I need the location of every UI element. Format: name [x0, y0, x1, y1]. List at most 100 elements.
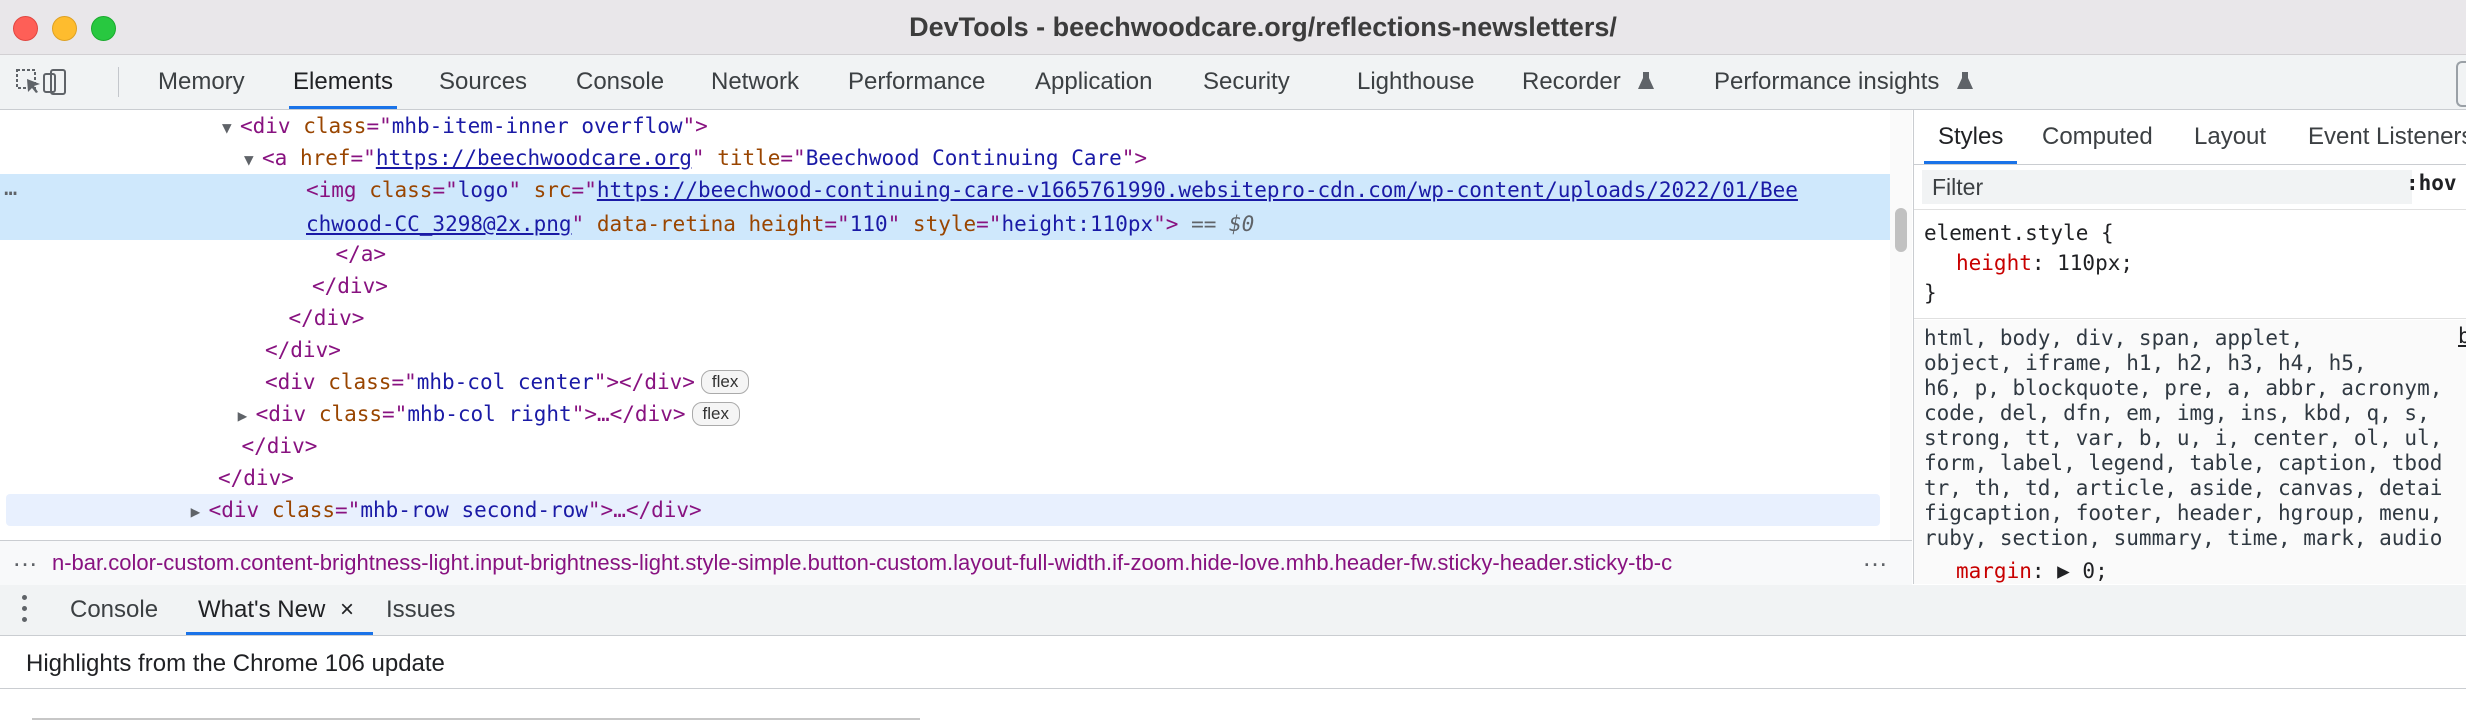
- experimental-flask-icon: [1957, 72, 1974, 89]
- drawer-tab-issues[interactable]: Issues: [386, 585, 455, 635]
- breadcrumb: … n-bar.color-custom.content-brightness-…: [0, 540, 1912, 586]
- dom-token-val: height:110px: [1001, 212, 1154, 236]
- device-toolbar-icon[interactable]: [40, 67, 70, 97]
- tab-performance[interactable]: Performance: [848, 55, 985, 109]
- dom-token-link[interactable]: https://beechwoodcare.org: [376, 146, 692, 170]
- dom-token-tag: =": [432, 178, 458, 202]
- dom-token-tag: ": [508, 178, 534, 202]
- tab-performance-insights-label: Performance insights: [1714, 68, 1940, 95]
- element-style-rule: element.style { height: 110px; }: [1914, 218, 2466, 319]
- tab-event-listeners[interactable]: Event Listeners: [2308, 110, 2466, 164]
- css-property-name: margin: [1956, 559, 2032, 583]
- dom-token-attr: src: [533, 178, 572, 202]
- dom-node-line[interactable]: ▶ <div class="mhb-col right">…</div> flex: [238, 398, 740, 430]
- dom-node-line[interactable]: </div>: [294, 270, 388, 302]
- styles-filter-row: :hov: [1914, 165, 2466, 210]
- dom-token-tag: ": [887, 212, 913, 236]
- css-property-value: : ▶ 0;: [2031, 559, 2108, 583]
- flex-badge[interactable]: flex: [691, 402, 740, 426]
- breadcrumb-scroll-left[interactable]: …: [12, 541, 38, 579]
- flex-badge[interactable]: flex: [700, 370, 750, 394]
- devtools-tab-bar: Memory Elements Sources Console Network …: [0, 55, 2466, 110]
- tab-recorder[interactable]: Recorder: [1522, 55, 1655, 109]
- expand-arrow-icon[interactable]: ▶: [238, 400, 256, 432]
- tab-sources[interactable]: Sources: [439, 55, 527, 109]
- elements-scrollbar-thumb[interactable]: [1895, 208, 1907, 252]
- dom-token-val: logo: [457, 178, 509, 202]
- dom-token-tag: =": [382, 402, 408, 426]
- expand-arrow-icon[interactable]: ▶: [191, 496, 209, 528]
- breadcrumb-scroll-right[interactable]: …: [1862, 541, 1888, 579]
- dom-node-line[interactable]: </div>: [271, 302, 365, 334]
- tab-memory[interactable]: Memory: [158, 55, 245, 109]
- dom-node-line[interactable]: ▼ <div class="mhb-item-inner overflow">: [222, 110, 708, 142]
- dom-token-val: mhb-col center: [416, 370, 594, 394]
- dom-token-tag: ">…</div>: [587, 498, 702, 522]
- dom-token-tag: </div>: [218, 466, 294, 490]
- dom-node-line[interactable]: chwood-CC_3298@2x.png" data-retina heigh…: [288, 208, 1254, 240]
- tab-application[interactable]: Application: [1035, 55, 1152, 109]
- elements-scrollbar[interactable]: [1890, 110, 1912, 540]
- user-agent-rule: html, body, div, span, applet, object, i…: [1914, 320, 2466, 584]
- ua-selector-list: html, body, div, span, applet, object, i…: [1924, 326, 2443, 550]
- tab-security[interactable]: Security: [1203, 55, 1290, 109]
- dom-token-tag: ": [691, 146, 718, 170]
- dom-token-tag: ">: [682, 114, 708, 138]
- elements-dom-tree[interactable]: … ▼ <div class="mhb-item-inner overflow">…: [0, 110, 1912, 540]
- dom-token-tag: <div: [240, 114, 304, 138]
- dom-token-tag: =": [391, 370, 417, 394]
- collapse-arrow-icon[interactable]: ▼: [244, 144, 262, 176]
- tab-recorder-label: Recorder: [1522, 68, 1621, 95]
- close-icon[interactable]: ×: [340, 585, 354, 635]
- tab-layout[interactable]: Layout: [2194, 110, 2266, 164]
- dom-token-attr: class: [271, 498, 336, 522]
- styles-pane: Styles Computed Layout Event Listeners :…: [1913, 110, 2466, 584]
- dom-token-attr: href: [299, 146, 351, 170]
- tab-elements[interactable]: Elements: [288, 55, 398, 109]
- dom-token-val: mhb-col right: [407, 402, 572, 426]
- tab-performance-insights[interactable]: Performance insights: [1714, 55, 1974, 109]
- dom-node-line[interactable]: </a>: [318, 238, 387, 270]
- drawer-tab-console[interactable]: Console: [70, 585, 158, 635]
- tab-computed[interactable]: Computed: [2042, 110, 2153, 164]
- breadcrumb-path[interactable]: n-bar.color-custom.content-brightness-li…: [52, 541, 1852, 585]
- css-property-value: : 110px;: [2031, 251, 2134, 275]
- dom-node-line[interactable]: ▼ <a href="https://beechwoodcare.org" tit…: [244, 142, 1147, 174]
- tab-network[interactable]: Network: [711, 55, 799, 109]
- dom-token-tag: </div>: [288, 306, 365, 330]
- more-tabs-edge[interactable]: [2456, 61, 2466, 107]
- rule-source-link[interactable]: b: [2458, 324, 2466, 348]
- dom-token-val: mhb-item-inner overflow: [391, 114, 683, 138]
- dom-node-line[interactable]: <img class="logo" src="https://beechwood…: [288, 174, 1798, 206]
- dom-token-tag: </div>: [265, 338, 341, 362]
- tab-lighthouse[interactable]: Lighthouse: [1357, 55, 1474, 109]
- dom-token-attr: style: [912, 212, 977, 236]
- tab-styles[interactable]: Styles: [1923, 110, 2018, 164]
- dom-token-attr: title: [717, 146, 781, 170]
- dom-token-link[interactable]: chwood-CC_3298@2x.png: [306, 212, 572, 236]
- node-actions-dots[interactable]: …: [4, 176, 17, 201]
- dom-node-line[interactable]: </div>: [224, 430, 318, 462]
- margin-declaration[interactable]: margin: ▶ 0;: [1956, 556, 2108, 584]
- dom-node-line[interactable]: <div class="mhb-col center"></div> flex: [247, 366, 750, 398]
- dom-node-line[interactable]: </div>: [247, 334, 341, 366]
- element-style-close: }: [1924, 281, 1937, 305]
- dom-token-link[interactable]: https://beechwood-continuing-care-v16657…: [597, 178, 1798, 202]
- dom-node-line[interactable]: </div>: [200, 462, 294, 494]
- dom-token-eq0: == $0: [1178, 212, 1255, 236]
- hov-toggle[interactable]: :hov: [2406, 171, 2457, 195]
- styles-filter-input[interactable]: [1922, 170, 2412, 204]
- content-divider: [32, 718, 920, 720]
- tab-console[interactable]: Console: [576, 55, 664, 109]
- collapse-arrow-icon[interactable]: ▼: [222, 112, 240, 144]
- drawer-tab-whats-new[interactable]: What's New: [185, 585, 374, 635]
- dom-token-val: 110: [849, 212, 888, 236]
- dom-node-line[interactable]: ▶ <div class="mhb-row second-row">…</div>: [191, 494, 702, 526]
- dom-token-val: mhb-row second-row: [360, 498, 588, 522]
- element-style-declaration[interactable]: height: 110px;: [1956, 248, 2133, 278]
- dom-token-tag: </div>: [241, 434, 318, 458]
- drawer-menu-icon[interactable]: [22, 595, 28, 625]
- dom-token-tag: <div: [255, 402, 319, 426]
- dom-token-tag: =": [366, 114, 392, 138]
- dom-token-tag: =": [780, 146, 806, 170]
